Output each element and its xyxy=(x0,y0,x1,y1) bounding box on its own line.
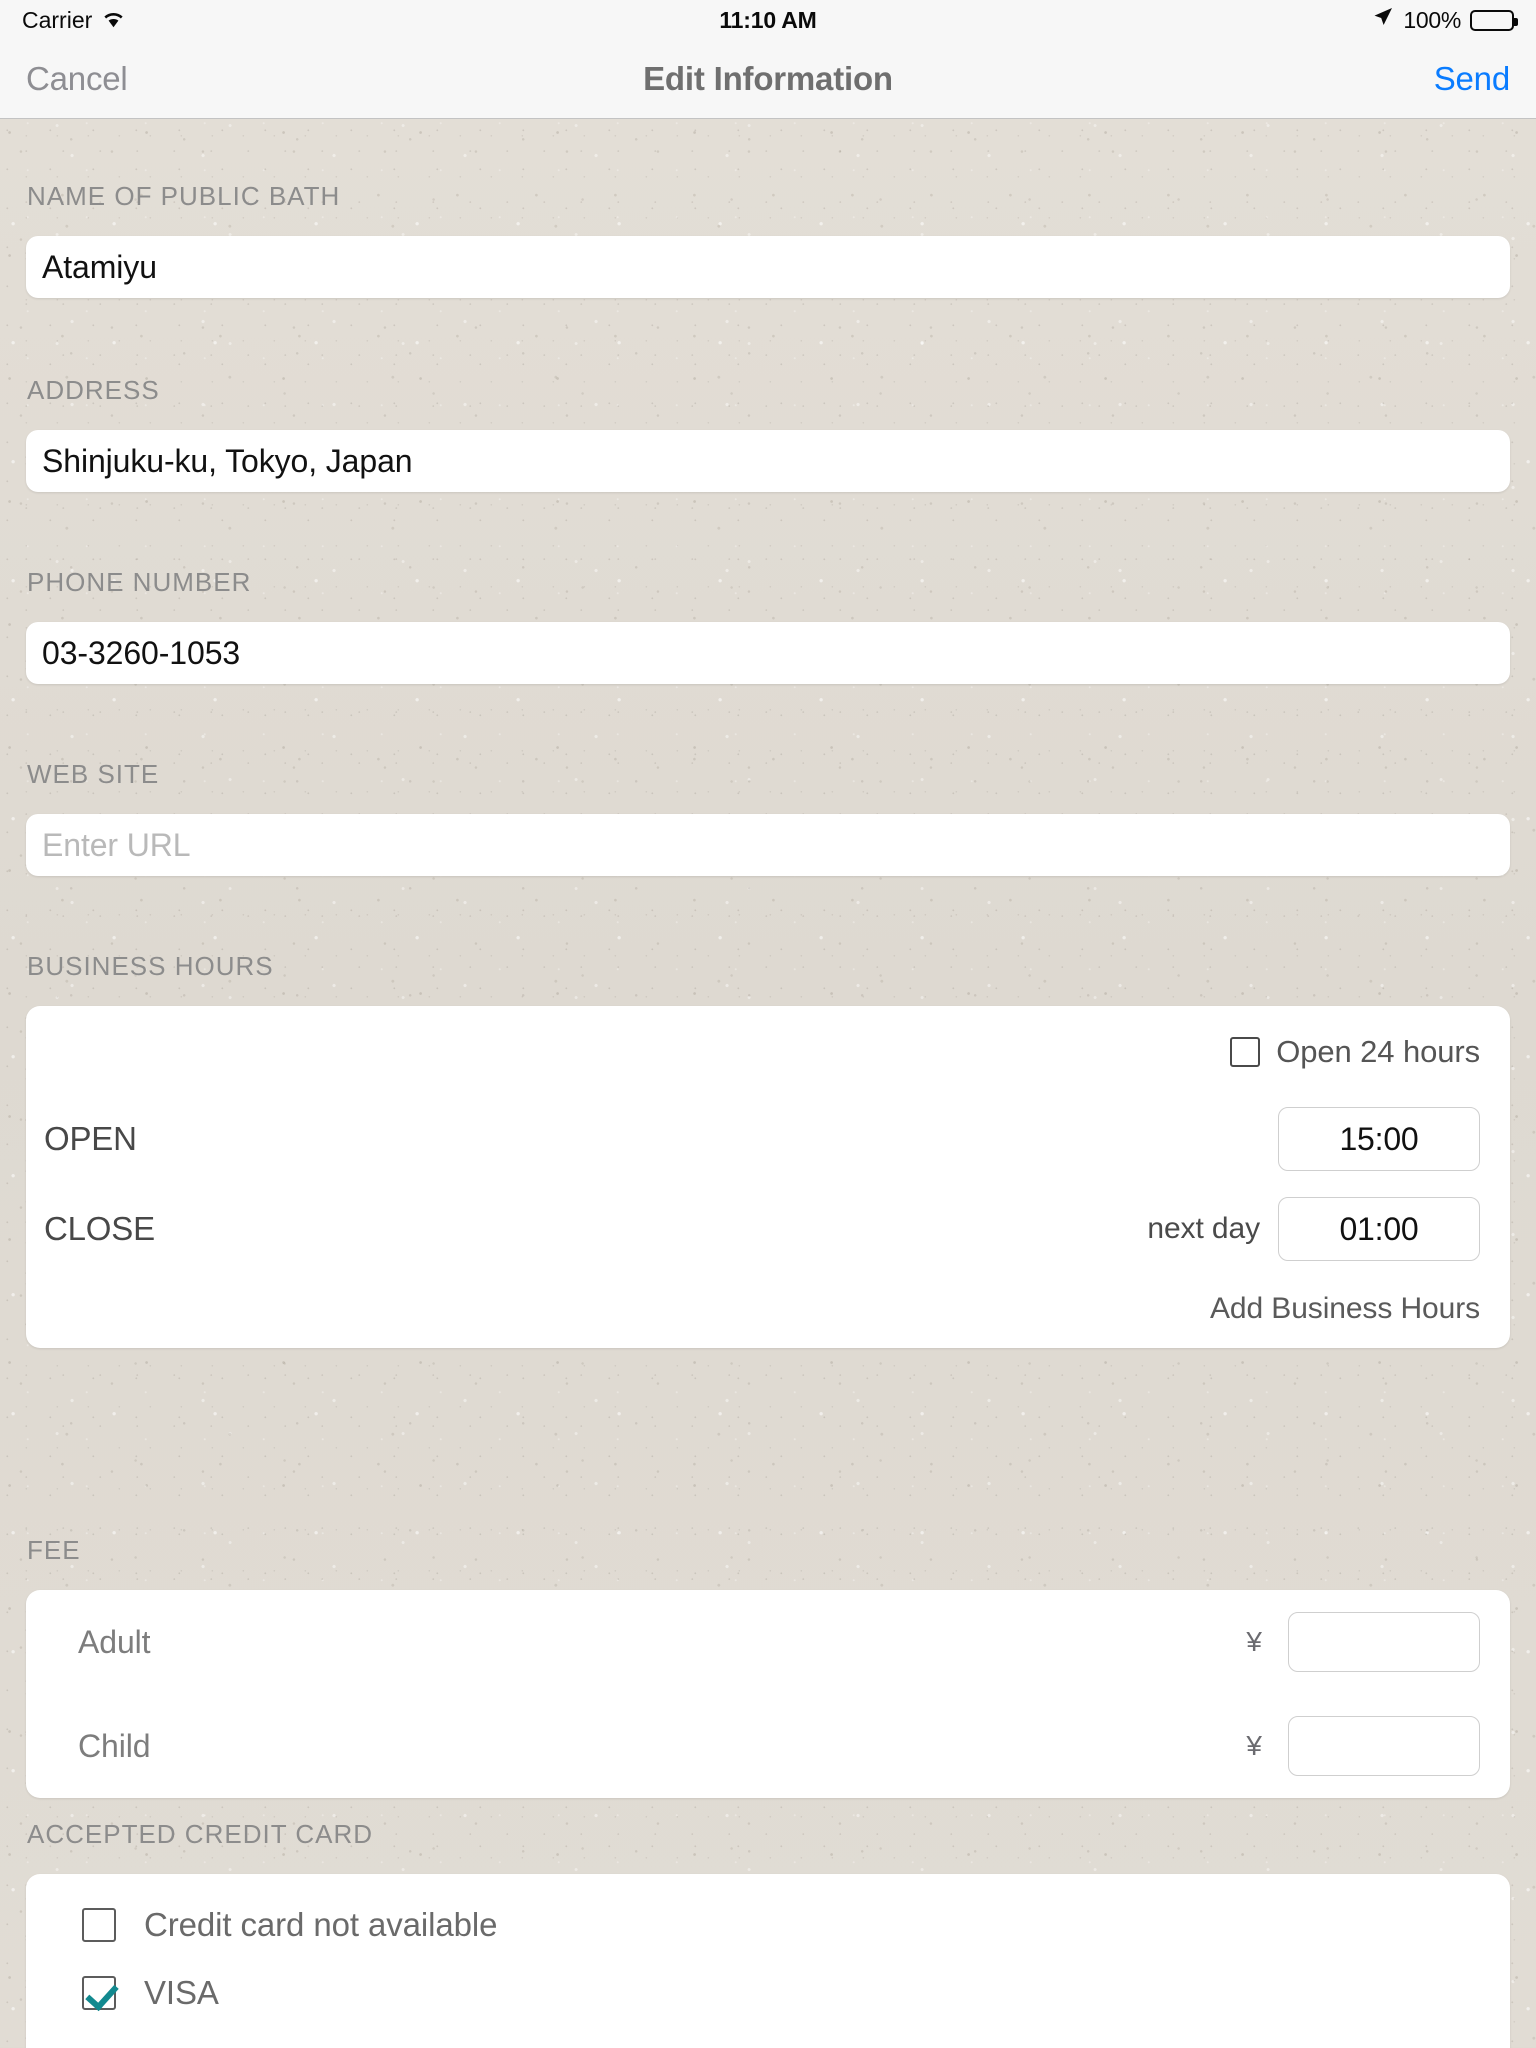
fee-section-label: FEE xyxy=(27,1535,81,1565)
close-label: CLOSE xyxy=(44,1210,155,1247)
section-web-site: WEB SITE Enter URL xyxy=(0,759,1536,876)
phone-section-label: PHONE NUMBER xyxy=(27,567,252,597)
business-hours-card: Open 24 hours OPEN 15:00 CLOSE next day … xyxy=(26,1006,1510,1348)
name-input-value: Atamiyu xyxy=(42,248,157,285)
visa-label: VISA xyxy=(144,1974,219,2011)
battery-full-icon xyxy=(1470,9,1518,31)
fee-adult-input[interactable] xyxy=(1288,1612,1480,1672)
credit-card-not-available-label: Credit card not available xyxy=(144,1906,498,1943)
open-time-field[interactable]: 15:00 xyxy=(1278,1107,1480,1171)
battery-percent-label: 100% xyxy=(1403,6,1461,33)
send-button[interactable]: Send xyxy=(1434,60,1510,98)
website-section-label: WEB SITE xyxy=(27,759,160,789)
yen-symbol-icon: ¥ xyxy=(1246,1626,1262,1657)
name-input[interactable]: Atamiyu xyxy=(26,236,1510,298)
status-bar-time: 11:10 AM xyxy=(719,6,817,33)
section-fee: FEE Adult ¥ Child ¥ xyxy=(0,1535,1536,1812)
section-address: ADDRESS Shinjuku-ku, Tokyo, Japan xyxy=(0,375,1536,492)
open-24-hours-row[interactable]: Open 24 hours xyxy=(26,1006,1510,1070)
fee-row-adult: Adult ¥ xyxy=(26,1590,1510,1694)
credit-card-section-label: ACCEPTED CREDIT CARD xyxy=(27,1819,374,1849)
close-next-day-label: next day xyxy=(1147,1212,1260,1245)
close-time-row: CLOSE next day 01:00 xyxy=(26,1192,1510,1266)
section-accepted-credit-card: ACCEPTED CREDIT CARD Credit card not ava… xyxy=(0,1819,1536,2048)
open-24-hours-checkbox-group[interactable]: Open 24 hours xyxy=(1230,1034,1480,1070)
name-section-label: NAME OF PUBLIC BATH xyxy=(27,181,341,211)
credit-card-option-row[interactable]: Credit card not available xyxy=(26,1874,1510,1958)
fee-child-controls: ¥ xyxy=(1246,1716,1480,1776)
address-input[interactable]: Shinjuku-ku, Tokyo, Japan xyxy=(26,430,1510,492)
navigation-bar: Cancel Edit Information Send xyxy=(0,40,1536,119)
yen-symbol-icon: ¥ xyxy=(1246,1730,1262,1761)
form-scroll-area[interactable]: NAME OF PUBLIC BATH Atamiyu ADDRESS Shin… xyxy=(0,119,1536,2048)
business-hours-section-label: BUSINESS HOURS xyxy=(27,951,274,981)
close-time-controls: next day 01:00 xyxy=(1147,1197,1480,1261)
fee-adult-label: Adult xyxy=(78,1623,151,1660)
fee-row-child: Child ¥ xyxy=(26,1694,1510,1798)
cancel-button[interactable]: Cancel xyxy=(26,60,128,98)
add-business-hours-button[interactable]: Add Business Hours xyxy=(26,1266,1510,1348)
close-time-field[interactable]: 01:00 xyxy=(1278,1197,1480,1261)
visa-checkbox-icon[interactable] xyxy=(82,1976,116,2010)
address-input-value: Shinjuku-ku, Tokyo, Japan xyxy=(42,442,413,479)
open-label: OPEN xyxy=(44,1120,137,1157)
status-bar-right: 100% xyxy=(1372,6,1518,34)
website-input-placeholder: Enter URL xyxy=(42,826,191,863)
section-business-hours: BUSINESS HOURS Open 24 hours OPEN 15:00 xyxy=(0,951,1536,1348)
status-bar: Carrier 11:10 AM 100% xyxy=(0,0,1536,40)
phone-input[interactable]: 03-3260-1053 xyxy=(26,622,1510,684)
location-arrow-icon xyxy=(1372,6,1394,34)
credit-card-card: Credit card not available VISA xyxy=(26,1874,1510,2048)
open-time-row: OPEN 15:00 xyxy=(26,1102,1510,1176)
fee-adult-controls: ¥ xyxy=(1246,1612,1480,1672)
credit-card-not-available-checkbox-icon[interactable] xyxy=(82,1908,116,1942)
phone-input-value: 03-3260-1053 xyxy=(42,634,241,671)
section-phone-number: PHONE NUMBER 03-3260-1053 xyxy=(0,567,1536,684)
fee-card: Adult ¥ Child ¥ xyxy=(26,1590,1510,1798)
section-name-of-public-bath: NAME OF PUBLIC BATH Atamiyu xyxy=(0,181,1536,298)
credit-card-option-row[interactable]: VISA xyxy=(26,1958,1510,2028)
open-time-controls: 15:00 xyxy=(1260,1107,1480,1171)
website-input[interactable]: Enter URL xyxy=(26,814,1510,876)
fee-child-input[interactable] xyxy=(1288,1716,1480,1776)
address-section-label: ADDRESS xyxy=(27,375,160,405)
app-screen: Carrier 11:10 AM 100% Cancel Edit Inform… xyxy=(0,0,1536,2048)
open-24-hours-label: Open 24 hours xyxy=(1276,1034,1480,1069)
page-title: Edit Information xyxy=(643,60,893,97)
open-24-hours-checkbox-icon[interactable] xyxy=(1230,1037,1261,1067)
fee-child-label: Child xyxy=(78,1727,151,1764)
